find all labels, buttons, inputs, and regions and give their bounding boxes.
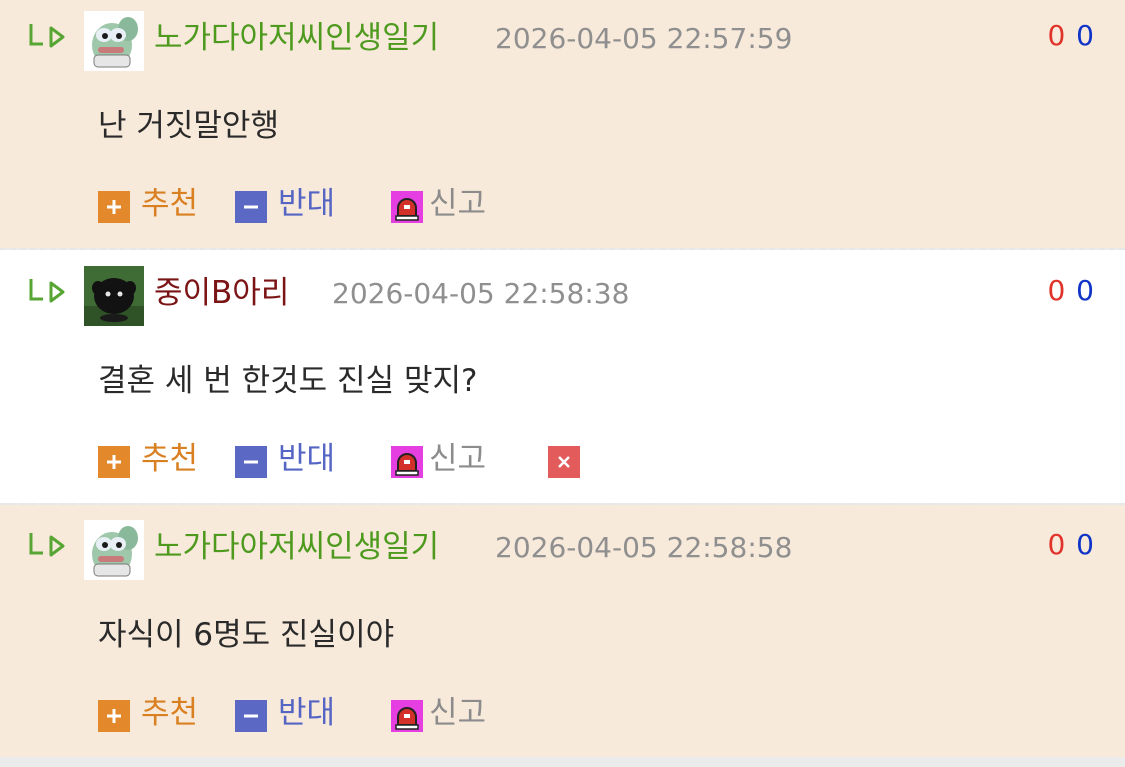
oppose-label: 반대 — [278, 186, 336, 222]
comment-item: 중이B아리 2026-04-05 22:58:38 0 0 결혼 세 번 한것도… — [0, 250, 1125, 503]
plus-icon — [98, 700, 130, 732]
dark-creature-icon — [84, 266, 144, 326]
oppose-label: 반대 — [278, 441, 336, 477]
comment-item: 노가다아저씨인생일기 2026-04-05 22:57:59 0 0 난 거짓말… — [0, 0, 1125, 248]
author-nickname[interactable]: 중이B아리 — [154, 273, 289, 313]
recommend-button[interactable]: 추천 — [98, 184, 208, 224]
comment-actions: 추천 반대 신고 — [98, 693, 518, 733]
delete-button[interactable] — [548, 439, 580, 479]
oppose-label: 반대 — [278, 695, 336, 731]
siren-icon — [391, 191, 423, 223]
down-vote-count: 0 — [1076, 19, 1095, 52]
plus-icon — [98, 446, 130, 478]
vote-counts: 0 0 — [1047, 271, 1095, 311]
minus-icon — [235, 700, 267, 732]
pepe-frog-icon — [84, 520, 144, 580]
recommend-label: 추천 — [141, 695, 199, 731]
reply-arrow-icon — [29, 279, 65, 303]
recommend-label: 추천 — [141, 441, 199, 477]
recommend-button[interactable]: 추천 — [98, 693, 208, 733]
comment-item: 노가다아저씨인생일기 2026-04-05 22:58:58 0 0 자식이 6… — [0, 505, 1125, 757]
recommend-label: 추천 — [141, 186, 199, 222]
pepe-frog-icon — [84, 11, 144, 71]
report-button[interactable]: 신고 — [391, 693, 501, 733]
comment-text: 난 거짓말안행 — [98, 108, 279, 144]
siren-icon — [391, 700, 423, 732]
up-vote-count: 0 — [1047, 528, 1067, 561]
comment-thread: 노가다아저씨인생일기 2026-04-05 22:57:59 0 0 난 거짓말… — [0, 0, 1125, 767]
close-icon — [548, 446, 580, 478]
oppose-button[interactable]: 반대 — [235, 693, 345, 733]
down-vote-count: 0 — [1076, 274, 1095, 307]
avatar[interactable] — [84, 11, 144, 71]
avatar[interactable] — [84, 520, 144, 580]
minus-icon — [235, 191, 267, 223]
report-label: 신고 — [429, 186, 487, 222]
minus-icon — [235, 446, 267, 478]
comment-timestamp: 2026-04-05 22:58:38 — [332, 277, 630, 310]
comment-text: 자식이 6명도 진실이야 — [98, 617, 395, 653]
reply-arrow-icon — [29, 533, 65, 557]
author-nickname[interactable]: 노가다아저씨인생일기 — [154, 527, 439, 567]
recommend-button[interactable]: 추천 — [98, 439, 208, 479]
siren-icon — [391, 446, 423, 478]
reply-arrow-icon — [29, 24, 65, 48]
oppose-button[interactable]: 반대 — [235, 184, 345, 224]
avatar[interactable] — [84, 266, 144, 326]
author-nickname[interactable]: 노가다아저씨인생일기 — [154, 18, 439, 58]
comment-actions: 추천 반대 신고 — [98, 439, 598, 479]
vote-counts: 0 0 — [1047, 525, 1095, 565]
comment-timestamp: 2026-04-05 22:57:59 — [495, 22, 793, 55]
down-vote-count: 0 — [1076, 528, 1095, 561]
report-button[interactable]: 신고 — [391, 184, 501, 224]
comment-timestamp: 2026-04-05 22:58:58 — [495, 531, 793, 564]
comment-actions: 추천 반대 신고 — [98, 184, 518, 224]
up-vote-count: 0 — [1047, 19, 1067, 52]
report-label: 신고 — [429, 695, 487, 731]
report-button[interactable]: 신고 — [391, 439, 501, 479]
up-vote-count: 0 — [1047, 274, 1067, 307]
plus-icon — [98, 191, 130, 223]
vote-counts: 0 0 — [1047, 16, 1095, 56]
comment-text: 결혼 세 번 한것도 진실 맞지? — [98, 363, 478, 399]
report-label: 신고 — [429, 441, 487, 477]
oppose-button[interactable]: 반대 — [235, 439, 345, 479]
